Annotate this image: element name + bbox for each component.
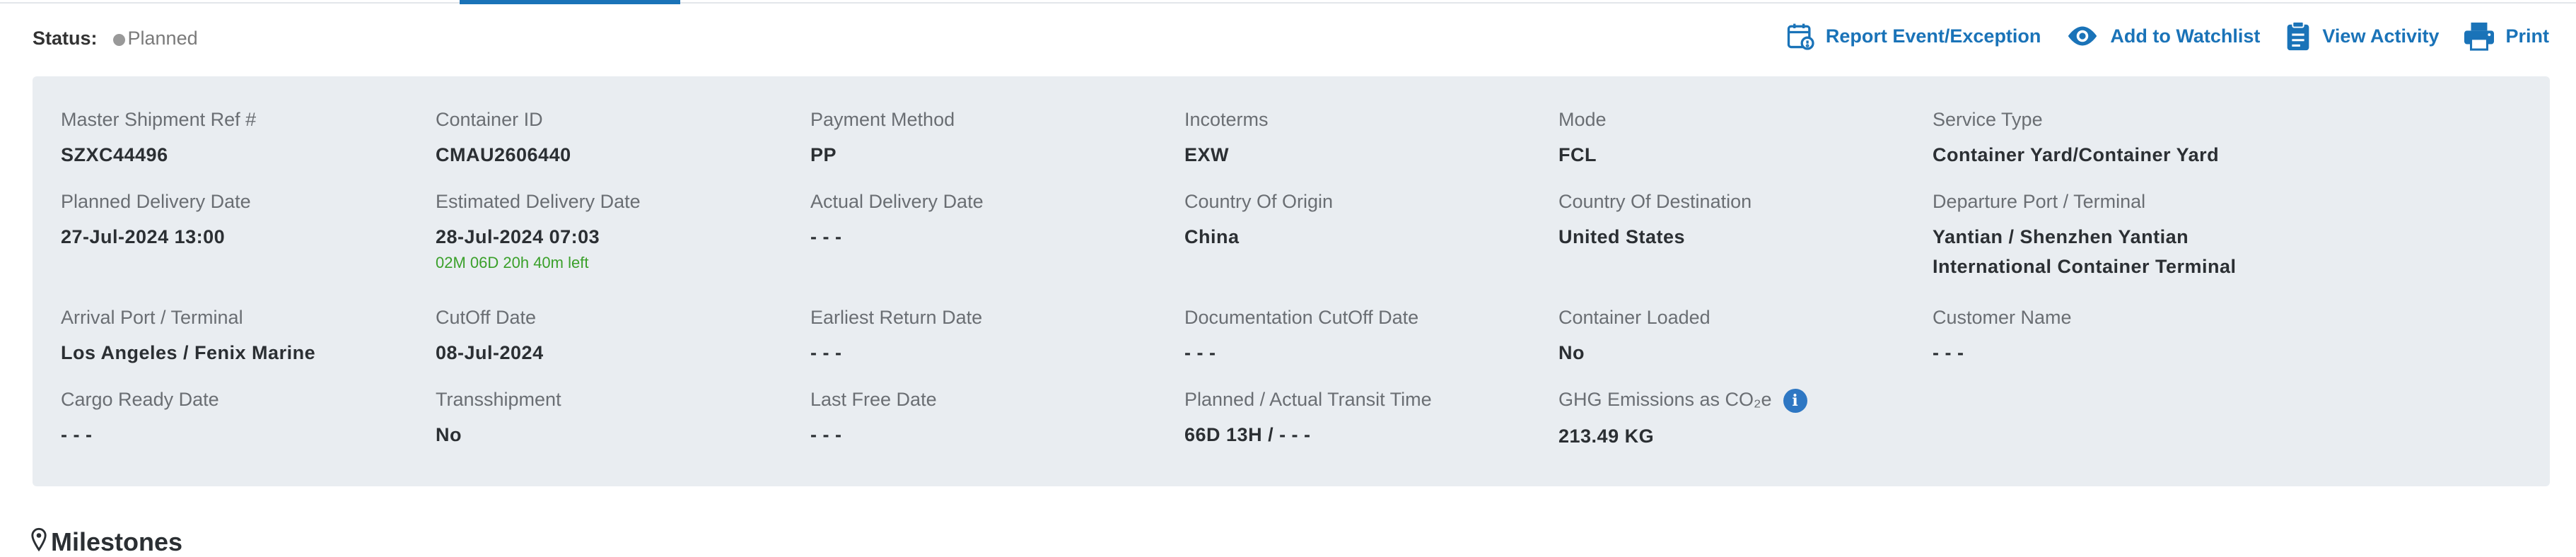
info-icon[interactable]: i (1783, 388, 1807, 413)
view-activity-label: View Activity (2322, 25, 2440, 47)
field-label: Last Free Date (810, 389, 937, 410)
time-remaining-note: 02M 06D 20h 40m left (436, 254, 589, 271)
field-ghg-emissions: GHG Emissions as CO₂e i 213.49 KG (1558, 387, 1912, 451)
field-country-of-destination: Country Of Destination United States (1558, 189, 1912, 252)
field-value: SZXC44496 (61, 144, 168, 165)
field-value: United States (1558, 226, 1686, 247)
field-value: - - - (1933, 342, 1964, 363)
field-label: Earliest Return Date (810, 307, 983, 328)
field-transshipment: Transshipment No (436, 387, 789, 450)
field-value: FCL (1558, 144, 1597, 165)
field-value: 28-Jul-2024 07:03 (436, 226, 600, 247)
field-planned-delivery-date: Planned Delivery Date 27-Jul-2024 13:00 (61, 189, 414, 252)
field-transit-time: Planned / Actual Transit Time 66D 13H / … (1184, 387, 1538, 450)
status-badge: Planned (112, 27, 198, 49)
field-country-of-origin: Country Of Origin China (1184, 189, 1538, 252)
field-value: PP (810, 144, 837, 165)
field-container-id: Container ID CMAU2606440 (436, 107, 789, 170)
report-event-button[interactable]: Report Event/Exception (1785, 20, 2041, 52)
field-label: Container Loaded (1558, 307, 1710, 328)
eye-icon (2068, 26, 2097, 46)
print-button[interactable]: Print (2463, 21, 2549, 51)
field-customer-name: Customer Name - - - (1933, 305, 2286, 368)
field-value: - - - (810, 342, 842, 363)
field-documentation-cutoff-date: Documentation CutOff Date - - - (1184, 305, 1538, 368)
field-value: 27-Jul-2024 13:00 (61, 226, 226, 247)
calendar-exception-icon (1787, 23, 1814, 50)
field-value: No (1558, 342, 1585, 363)
field-value: Los Angeles / Fenix Marine (61, 342, 316, 363)
field-label: Transshipment (436, 389, 561, 410)
field-service-type: Service Type Container Yard/Container Ya… (1933, 107, 2329, 170)
clipboard-icon (2287, 20, 2309, 51)
active-tab-indicator (460, 0, 680, 4)
field-value: Container Yard/Container Yard (1933, 144, 2220, 165)
field-label: Master Shipment Ref # (61, 109, 257, 130)
ghg-label-text: GHG Emissions as CO₂e (1558, 389, 1772, 410)
status-dot-icon (112, 33, 125, 46)
field-value: - - - (810, 424, 842, 445)
status-row: Status: Planned (33, 24, 198, 52)
field-value: 213.49 KG (1558, 425, 1655, 447)
field-label: CutOff Date (436, 307, 537, 328)
field-payment-method: Payment Method PP (810, 107, 1164, 170)
status-label: Status: (33, 27, 98, 49)
field-label: Planned / Actual Transit Time (1184, 389, 1432, 410)
field-value: 08-Jul-2024 (436, 342, 544, 363)
field-value: China (1184, 226, 1240, 247)
field-cutoff-date: CutOff Date 08-Jul-2024 (436, 305, 789, 368)
map-pin-icon (31, 527, 47, 551)
field-label: Departure Port / Terminal (1933, 191, 2146, 212)
milestones-title: Milestones (51, 527, 183, 556)
tab-strip (0, 0, 2576, 4)
field-incoterms: Incoterms EXW (1184, 107, 1538, 170)
field-actual-delivery-date: Actual Delivery Date - - - (810, 189, 1164, 252)
field-last-free-date: Last Free Date - - - (810, 387, 1164, 450)
field-earliest-return-date: Earliest Return Date - - - (810, 305, 1164, 368)
field-value: EXW (1184, 144, 1230, 165)
add-to-watchlist-label: Add to Watchlist (2110, 25, 2261, 47)
printer-icon (2464, 22, 2495, 51)
field-mode: Mode FCL (1558, 107, 1912, 170)
field-label: Mode (1558, 109, 1607, 130)
print-label: Print (2505, 25, 2549, 47)
field-value: - - - (61, 424, 93, 445)
field-label: Customer Name (1933, 307, 2072, 328)
field-label: Incoterms (1184, 109, 1269, 130)
field-label: Planned Delivery Date (61, 191, 251, 212)
field-value: - - - (810, 226, 842, 247)
field-value: 66D 13H / - - - (1184, 424, 1311, 445)
field-container-loaded: Container Loaded No (1558, 305, 1912, 368)
field-value: Yantian / Shenzhen Yantian International… (1933, 226, 2237, 277)
field-label: GHG Emissions as CO₂e i (1558, 387, 1912, 413)
shipment-details-panel: Master Shipment Ref # SZXC44496 Containe… (33, 76, 2550, 486)
field-master-shipment-ref: Master Shipment Ref # SZXC44496 (61, 107, 414, 170)
field-label: Payment Method (810, 109, 955, 130)
field-label: Service Type (1933, 109, 2043, 130)
field-label: Arrival Port / Terminal (61, 307, 243, 328)
field-label: Cargo Ready Date (61, 389, 219, 410)
field-arrival-port: Arrival Port / Terminal Los Angeles / Fe… (61, 305, 414, 368)
milestones-heading: Milestones (31, 527, 182, 557)
view-activity-button[interactable]: View Activity (2284, 20, 2439, 52)
add-to-watchlist-button[interactable]: Add to Watchlist (2065, 22, 2260, 50)
field-label: Country Of Origin (1184, 191, 1334, 212)
field-label: Estimated Delivery Date (436, 191, 641, 212)
action-bar: Report Event/Exception Add to Watchlist … (1785, 20, 2549, 52)
field-value: No (436, 424, 462, 445)
field-label: Actual Delivery Date (810, 191, 984, 212)
field-estimated-delivery-date: Estimated Delivery Date 28-Jul-2024 07:0… (436, 189, 789, 273)
field-value: - - - (1184, 342, 1216, 363)
field-value: CMAU2606440 (436, 144, 571, 165)
field-label: Documentation CutOff Date (1184, 307, 1419, 328)
field-label: Container ID (436, 109, 543, 130)
field-departure-port: Departure Port / Terminal Yantian / Shen… (1933, 189, 2279, 281)
report-event-label: Report Event/Exception (1825, 25, 2041, 47)
field-label: Country Of Destination (1558, 191, 1752, 212)
field-cargo-ready-date: Cargo Ready Date - - - (61, 387, 414, 450)
status-value: Planned (127, 27, 198, 49)
